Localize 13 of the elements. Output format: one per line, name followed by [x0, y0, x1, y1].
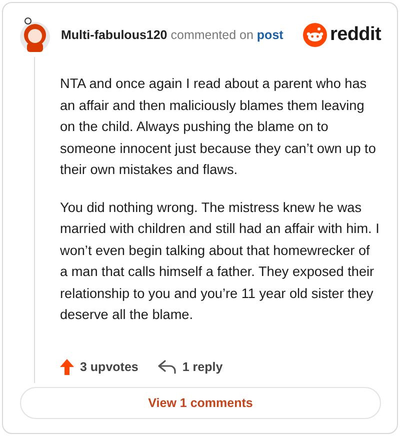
- post-link[interactable]: post: [256, 28, 284, 42]
- comment-paragraph: NTA and once again I read about a parent who has an affair and then maliciously blames them leaving on the child. Always pushing the blame on to someone innocent just because they can’t own up to their own mistakes and flaws.: [60, 75, 377, 179]
- author-name[interactable]: Multi-fabulous120: [61, 28, 168, 42]
- reddit-logo-icon: [303, 23, 328, 47]
- reply-count: 1 reply: [182, 360, 223, 374]
- avatar-icon: [19, 17, 51, 53]
- upvote-icon[interactable]: [60, 359, 74, 375]
- upvote-count: 3 upvotes: [80, 360, 138, 374]
- action-text: commented on: [170, 28, 254, 42]
- brand-name: reddit: [330, 24, 381, 46]
- reply-icon[interactable]: [158, 360, 176, 374]
- comment-paragraph: You did nothing wrong. The mistress knew he was married with children and still had an affair with him. I won’t even begin talking about that homewrecker of a man that calls himself a father. They exposed their relationship to you and you’re 11 year old sister they deserve all the blame.: [60, 198, 380, 324]
- view-comments-button[interactable]: View 1 comments: [20, 387, 381, 419]
